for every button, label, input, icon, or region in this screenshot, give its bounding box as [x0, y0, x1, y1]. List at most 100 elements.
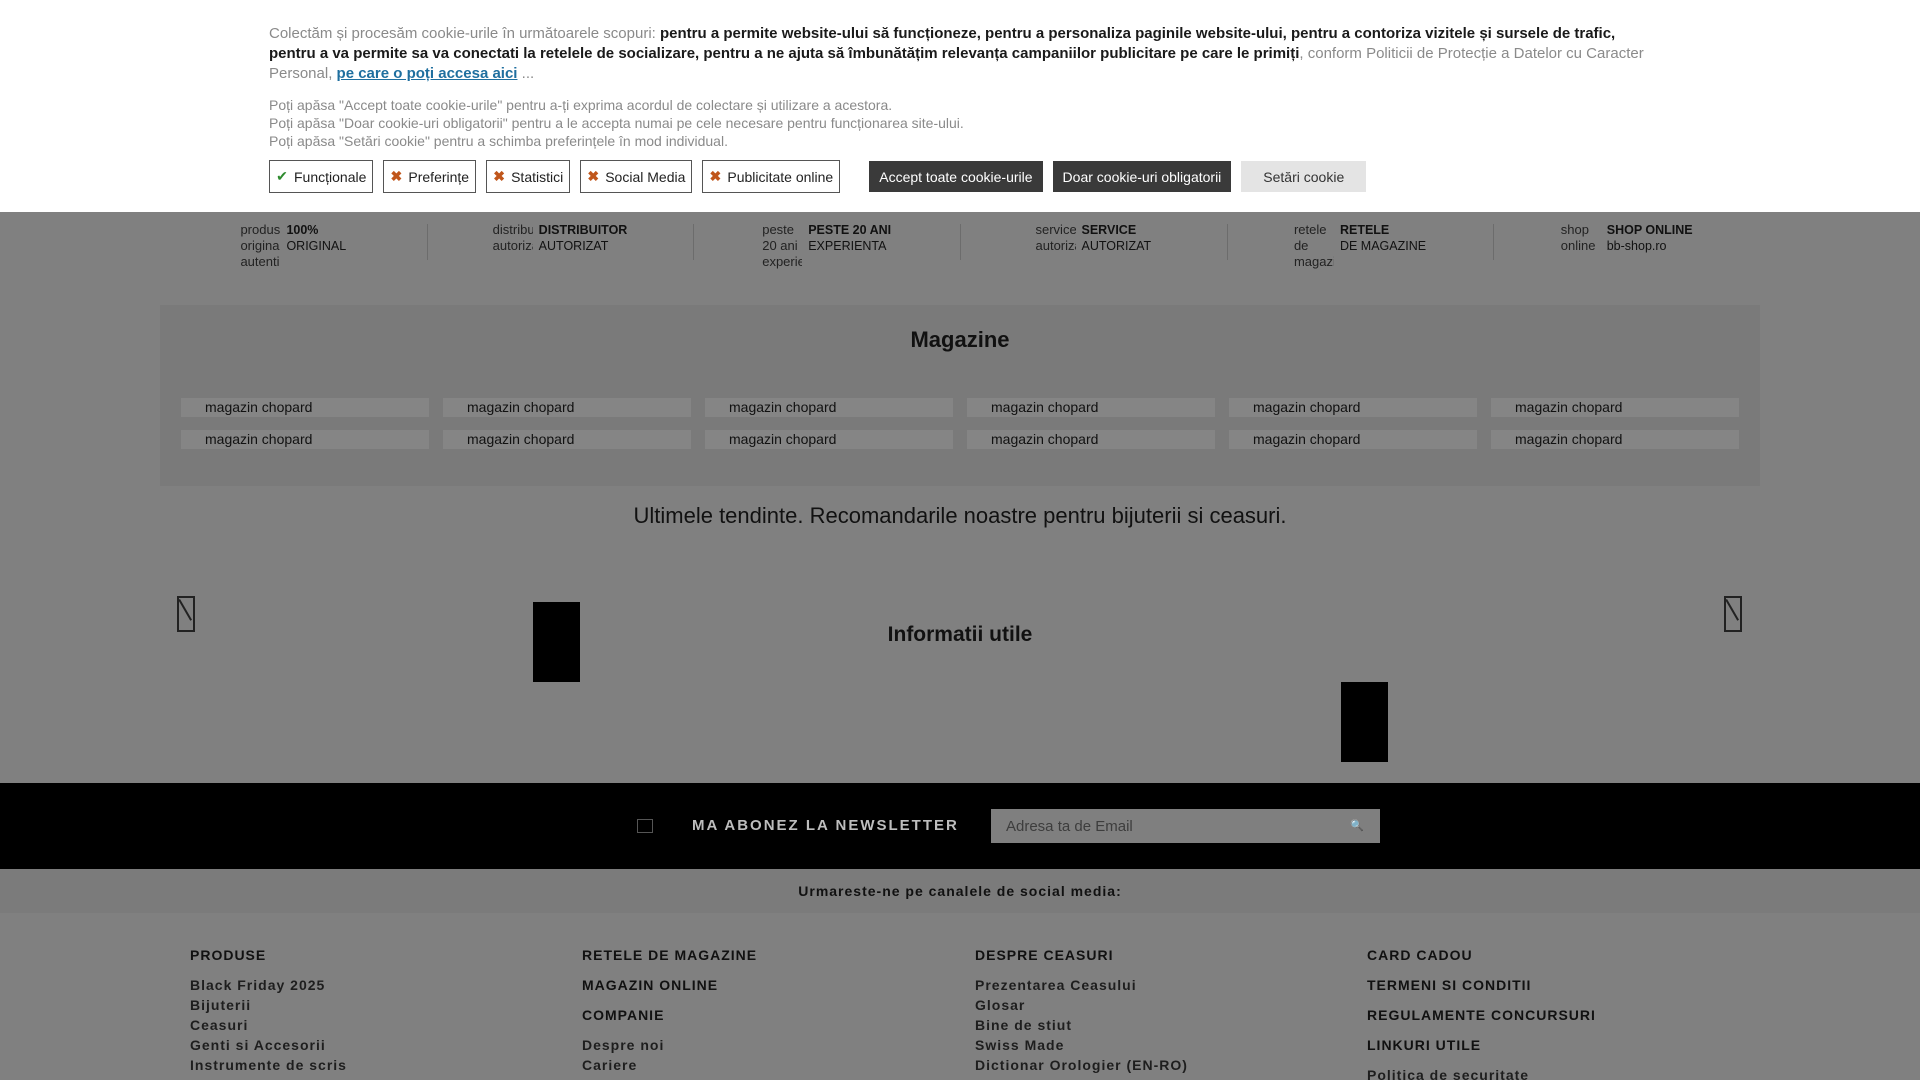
checkmark-icon: ✔ — [276, 168, 288, 184]
footer-column-info: CARD CADOU TERMENI SI CONDITII REGULAMEN… — [1367, 945, 1596, 1080]
footer-link[interactable]: Prezentarea Ceasului — [975, 975, 1188, 995]
footer-column-company: RETELE DE MAGAZINE MAGAZIN ONLINE COMPAN… — [582, 945, 757, 1075]
feature-stores: retele de magazine RETELE DE MAGAZINE — [1226, 212, 1494, 304]
feature-subtitle: AUTORIZAT — [538, 239, 609, 253]
store-item[interactable]: magazin chopard — [705, 430, 953, 449]
feature-original: produs original autentic 100% ORIGINAL — [160, 212, 427, 304]
cookie-hint-settings: Poți apăsa "Setări cookie" pentru a schi… — [269, 133, 728, 149]
cookie-hint-required: Poți apăsa "Doar cookie-uri obligatorii"… — [269, 115, 964, 131]
checkbox-social-media[interactable]: ✖ Social Media — [580, 160, 693, 193]
footer-heading[interactable]: REGULAMENTE CONCURSURI — [1367, 1005, 1596, 1025]
footer-link[interactable]: Politica de securitate — [1367, 1065, 1596, 1080]
feature-title: PESTE 20 ANI — [808, 223, 892, 237]
footer-heading[interactable]: COMPANIE — [582, 1005, 757, 1025]
footer-heading[interactable]: MAGAZIN ONLINE — [582, 975, 757, 995]
feature-image: peste 20 ani experienta — [762, 222, 803, 269]
cookie-policy-link[interactable]: pe care o poți accesa aici — [337, 65, 518, 82]
feature-image: retele de magazine — [1293, 222, 1334, 269]
store-item[interactable]: magazin chopard — [181, 430, 429, 449]
footer-link[interactable]: Ceasuri — [190, 1015, 347, 1035]
checkbox-statistici[interactable]: ✖ Statistici — [486, 160, 571, 193]
footer-column-watches: DESPRE CEASURI Prezentarea Ceasului Glos… — [975, 945, 1188, 1075]
footer-link[interactable]: Black Friday 2025 — [190, 975, 347, 995]
store-item[interactable]: magazin chopard — [967, 398, 1215, 417]
cookie-message: Colectăm și procesăm cookie-urile în urm… — [269, 24, 1659, 150]
store-item[interactable]: magazin chopard — [1229, 430, 1477, 449]
stores-section: Magazine magazin chopard magazin chopard… — [160, 305, 1760, 486]
checkbox-label: Funcționale — [294, 168, 367, 185]
footer: PRODUSE Black Friday 2025 Bijuterii Ceas… — [0, 913, 1920, 1080]
footer-heading[interactable]: RETELE DE MAGAZINE — [582, 945, 757, 965]
cross-icon: ✖ — [390, 168, 403, 184]
feature-title: DISTRIBUITOR — [538, 223, 628, 237]
footer-link[interactable]: Despre noi — [582, 1035, 757, 1055]
store-item[interactable]: magazin chopard — [443, 430, 691, 449]
cookie-intro: Colectăm și procesăm cookie-urile în urm… — [269, 25, 660, 42]
newsletter-bar: MA ABONEZ LA NEWSLETTER 🔍 — [0, 783, 1920, 869]
cross-icon: ✖ — [587, 168, 600, 184]
cookie-controls: ✔ Funcționale ✖ Preferințe ✖ Statistici ✖ So… — [269, 160, 1367, 193]
footer-heading[interactable]: CARD CADOU — [1367, 945, 1596, 965]
footer-heading[interactable]: PRODUSE — [190, 945, 347, 965]
cross-icon: ✖ — [709, 168, 722, 184]
checkbox-functionale[interactable]: ✔ Funcționale — [269, 160, 374, 193]
footer-link[interactable]: Glosar — [975, 995, 1188, 1015]
cookie-hint-accept: Poți apăsa "Accept toate cookie-urile" p… — [269, 97, 893, 113]
store-item[interactable]: magazin chopard — [1229, 398, 1477, 417]
required-cookies-button[interactable]: Doar cookie-uri obligatorii — [1052, 161, 1232, 192]
store-item[interactable]: magazin chopard — [443, 398, 691, 417]
checkbox-label: Publicitate online — [727, 168, 834, 185]
social-media-label: Urmareste-ne pe canalele de social media… — [0, 869, 1920, 913]
feature-title: SHOP ONLINE — [1606, 223, 1693, 237]
trends-title: Ultimele tendinte. Recomandarile noastre… — [633, 503, 1287, 528]
footer-link[interactable]: Cariere — [582, 1055, 757, 1075]
footer-link[interactable]: Swiss Made — [975, 1035, 1188, 1055]
store-item[interactable]: magazin chopard — [1491, 430, 1739, 449]
footer-heading[interactable]: DESPRE CEASURI — [975, 945, 1188, 965]
store-item[interactable]: magazin chopard — [967, 430, 1215, 449]
footer-column-products: PRODUSE Black Friday 2025 Bijuterii Ceas… — [190, 945, 347, 1075]
feature-distributor: distribuitor autorizat DISTRIBUITOR AUTOR… — [426, 212, 694, 304]
cookie-banner: Colectăm și procesăm cookie-urile în urm… — [0, 0, 1920, 212]
footer-heading[interactable]: LINKURI UTILE — [1367, 1035, 1596, 1055]
checkbox-label: Statistici — [511, 168, 564, 185]
cross-icon: ✖ — [493, 168, 505, 184]
footer-heading[interactable]: TERMENI SI CONDITII — [1367, 975, 1596, 995]
feature-title: SERVICE — [1081, 223, 1137, 237]
newsletter-email-input[interactable] — [991, 809, 1380, 843]
feature-image: distribuitor autorizat — [492, 222, 533, 253]
feature-experience: peste 20 ani experienta PESTE 20 ANI EXPE… — [693, 212, 960, 304]
feature-image: produs original autentic — [240, 222, 281, 269]
newsletter-label: MA ABONEZ LA NEWSLETTER — [692, 817, 959, 834]
footer-link[interactable]: Genti si Accesorii — [190, 1035, 347, 1055]
feature-subtitle: bb-shop.ro — [1606, 239, 1667, 253]
feature-subtitle: ORIGINAL — [286, 239, 347, 253]
stores-title: Magazine — [910, 327, 1010, 352]
feature-subtitle: EXPERIENTA — [808, 239, 887, 253]
features-strip: produs original autentic 100% ORIGINAL di… — [160, 212, 1760, 304]
carousel-image-placeholder — [1341, 682, 1388, 762]
feature-subtitle: DE MAGAZINE — [1339, 239, 1427, 253]
cookie-settings-button[interactable]: Setări cookie — [1241, 161, 1367, 192]
stores-grid: magazin chopard magazin chopard magazin … — [181, 398, 1739, 449]
search-icon[interactable]: 🔍 — [1350, 818, 1364, 834]
cookie-ellipsis: ... — [517, 65, 535, 82]
checkbox-label: Preferințe — [408, 168, 470, 185]
footer-link[interactable]: Instrumente de scris — [190, 1055, 347, 1075]
footer-link[interactable]: Bijuterii — [190, 995, 347, 1015]
feature-subtitle: AUTORIZAT — [1081, 239, 1152, 253]
checkbox-preferinte[interactable]: ✖ Preferințe — [383, 160, 477, 193]
footer-link[interactable]: Dictionar Orologier (EN-RO) — [975, 1055, 1188, 1075]
feature-image: service autorizat — [1035, 222, 1076, 253]
store-item[interactable]: magazin chopard — [705, 398, 953, 417]
checkbox-publicitate-online[interactable]: ✖ Publicitate online — [702, 160, 841, 193]
accept-all-cookies-button[interactable]: Accept toate cookie-urile — [869, 161, 1043, 192]
store-item[interactable]: magazin chopard — [181, 398, 429, 417]
store-item[interactable]: magazin chopard — [1491, 398, 1739, 417]
cookie-description: Colectăm și procesăm cookie-urile în urm… — [269, 24, 1659, 84]
feature-service: service autorizat SERVICE AUTORIZAT — [960, 212, 1227, 304]
useful-info-title: Informatii utile — [887, 623, 1033, 646]
feature-shop-online: shop online SHOP ONLINE bb-shop.ro — [1493, 212, 1760, 304]
footer-link[interactable]: Bine de stiut — [975, 1015, 1188, 1035]
feature-title: 100% — [286, 223, 319, 237]
